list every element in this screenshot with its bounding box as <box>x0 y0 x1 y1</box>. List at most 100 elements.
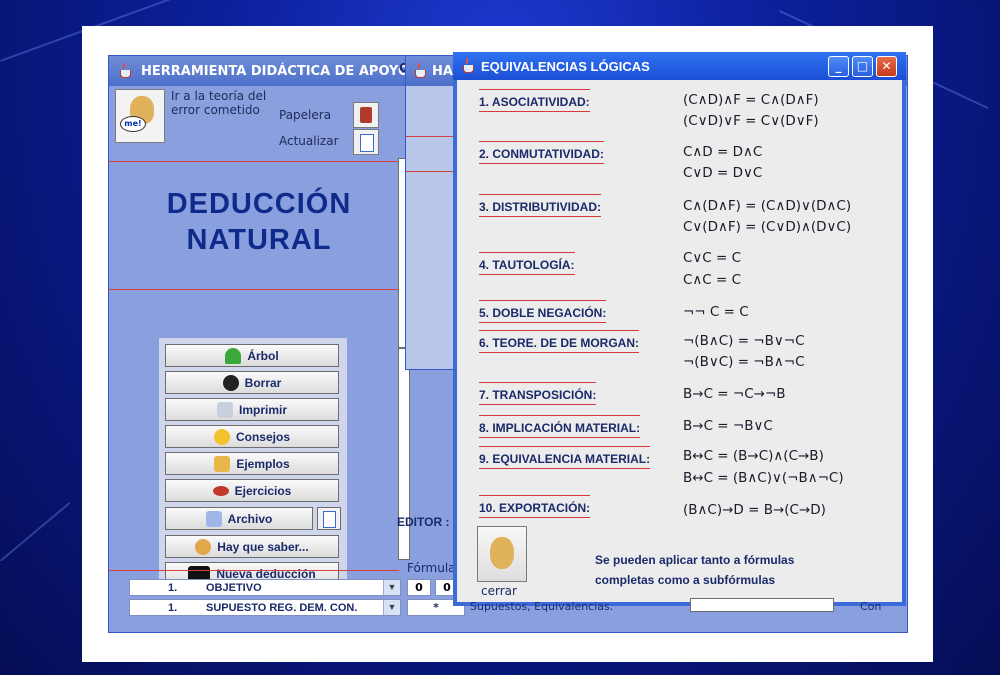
imprimir-button[interactable]: Imprimir <box>165 398 339 421</box>
equivalence-formula: C∨D = D∨C <box>683 165 763 181</box>
obscured-footer-text: Supuestos, Equivalencias. <box>470 600 614 613</box>
ejercicios-button[interactable]: Ejercicios <box>165 479 339 502</box>
close-button[interactable]: ✕ <box>876 56 897 77</box>
equivalence-formula: (C∧D)∧F = C∧(D∧F) <box>683 92 819 108</box>
close-dialog-label[interactable]: cerrar <box>481 584 517 598</box>
note-line1: Se pueden aplicar tanto a fórmulas <box>595 553 795 567</box>
go-to-theory-link[interactable]: Ir a la teoría del <box>171 89 266 103</box>
java-icon <box>117 63 133 79</box>
close-dialog-button[interactable] <box>477 526 527 582</box>
minimize-button[interactable]: _ <box>828 56 849 77</box>
formula-label: Fórmula <box>407 561 456 575</box>
trash-button[interactable] <box>353 102 379 128</box>
theory-mascot-button[interactable]: me! <box>115 89 165 143</box>
dialog-title-bar[interactable]: EQUIVALENCIAS LÓGICAS _ □ ✕ <box>453 52 906 80</box>
divider <box>109 289 399 290</box>
archivo-edit-button[interactable] <box>317 507 341 530</box>
asterisk-text: * <box>433 601 439 614</box>
main-menu: Árbol Borrar Imprimir Consejos Ejemplos … <box>159 338 347 593</box>
equivalence-formula: B→C = ¬C→¬B <box>683 386 786 402</box>
minimize-icon: _ <box>835 59 842 73</box>
folder-icon <box>214 455 231 472</box>
equivalence-name: 6. TEORE. DE DE MORGAN: <box>479 330 640 353</box>
java-icon <box>412 63 428 79</box>
equivalences-dialog: EQUIVALENCIAS LÓGICAS _ □ ✕ 1. ASOCIATIV… <box>453 52 906 606</box>
equivalence-formula: C∨(D∧F) = (C∨D)∧(D∨C) <box>683 219 852 235</box>
editor-label: EDITOR : <box>397 515 450 529</box>
equivalence-formula: (C∨D)∨F = C∨(D∨F) <box>683 113 819 129</box>
equivalence-formula: ¬(B∨C) = ¬B∧¬C <box>683 354 805 370</box>
tree-icon <box>225 347 242 364</box>
ejemplos-button[interactable]: Ejemplos <box>165 452 339 475</box>
equivalence-formula: C∧C = C <box>683 272 742 288</box>
archivo-label: Archivo <box>227 511 273 526</box>
chevron-down-icon[interactable]: ▼ <box>383 600 400 615</box>
dialog-body: 1. ASOCIATIVIDAD: (C∧D)∧F = C∧(D∧F) (C∨D… <box>457 80 902 602</box>
imprimir-label: Imprimir <box>238 402 287 417</box>
equivalence-formula: B↔C = (B∧C)∨(¬B∧¬C) <box>683 470 844 486</box>
equivalence-formula: ¬¬ C = C <box>683 304 749 320</box>
supuesto-number: 1. <box>168 602 178 614</box>
equivalence-formula: C∧(D∧F) = (C∧D)∨(D∧C) <box>683 198 852 214</box>
maximize-button[interactable]: □ <box>852 56 873 77</box>
equivalence-name: 2. CONMUTATIVIDAD: <box>479 141 604 164</box>
trash-icon <box>360 107 372 123</box>
dialog-title: EQUIVALENCIAS LÓGICAS <box>481 59 650 74</box>
objetivo-number: 1. <box>168 582 178 594</box>
papelera-label: Papelera <box>279 108 332 122</box>
bicycle-icon <box>212 485 229 496</box>
chevron-down-icon[interactable]: ▼ <box>383 580 400 595</box>
borrar-label: Borrar <box>244 375 282 390</box>
hay-que-saber-button[interactable]: Hay que saber... <box>165 535 339 558</box>
face-icon <box>195 538 212 555</box>
mascot-icon <box>490 537 514 569</box>
main-window-title: HERRAMIENTA DIDÁCTICA DE APOYO PAR <box>141 64 442 79</box>
equivalence-name: 10. EXPORTACIÓN: <box>479 495 591 518</box>
note-line2: completas como a subfórmulas <box>595 573 776 587</box>
equivalence-formula: C∧D = D∧C <box>683 144 763 160</box>
edit-document-icon <box>323 511 336 528</box>
equivalence-name: 7. TRANSPOSICIÓN: <box>479 382 597 405</box>
objetivo-select[interactable]: 1. OBJETIVO ▼ <box>129 579 401 596</box>
obscured-field[interactable] <box>690 598 834 612</box>
zero-field[interactable]: 0 <box>407 579 431 596</box>
hay-que-saber-label: Hay que saber... <box>217 539 309 554</box>
java-icon <box>460 58 476 74</box>
maximize-icon: □ <box>856 59 869 73</box>
second-window-title: HA <box>432 64 453 79</box>
equivalence-formula: ¬(B∧C) = ¬B∨¬C <box>683 333 805 349</box>
equivalence-name: 1. ASOCIATIVIDAD: <box>479 89 590 112</box>
equivalence-formula: B→C = ¬B∨C <box>683 418 773 434</box>
arbol-button[interactable]: Árbol <box>165 344 339 367</box>
equivalence-name: 8. IMPLICACIÓN MATERIAL: <box>479 415 641 438</box>
objetivo-label: OBJETIVO <box>206 582 262 594</box>
equivalence-formula: C∨C = C <box>683 250 742 266</box>
equivalence-formula: B↔C = (B→C)∧(C→B) <box>683 448 824 464</box>
equivalence-name: 9. EQUIVALENCIA MATERIAL: <box>479 446 651 469</box>
archivo-button[interactable]: Archivo <box>165 507 313 530</box>
edit-document-icon <box>360 134 374 152</box>
consejos-label: Consejos <box>235 429 290 444</box>
ejemplos-label: Ejemplos <box>236 456 290 471</box>
go-to-theory-link-line2[interactable]: error cometido <box>171 103 260 117</box>
actualizar-label: Actualizar <box>279 134 339 148</box>
supuesto-label: SUPUESTO REG. DEM. CON. <box>206 602 358 614</box>
equivalence-name: 3. DISTRIBUTIVIDAD: <box>479 194 602 217</box>
bomb-icon <box>222 374 239 391</box>
consejos-button[interactable]: Consejos <box>165 425 339 448</box>
refresh-button[interactable] <box>353 129 379 155</box>
left-pane: me! Ir a la teoría del error cometido Pa… <box>109 86 399 632</box>
divider <box>109 570 399 571</box>
equivalence-name: 5. DOBLE NEGACIÓN: <box>479 300 607 323</box>
supuesto-select[interactable]: 1. SUPUESTO REG. DEM. CON. ▼ <box>129 599 401 616</box>
borrar-button[interactable]: Borrar <box>165 371 339 394</box>
mascot-bubble: me! <box>120 116 146 132</box>
close-icon: ✕ <box>881 59 892 73</box>
divider <box>109 161 399 162</box>
equivalence-name: 4. TAUTOLOGÍA: <box>479 252 575 275</box>
arbol-label: Árbol <box>247 348 279 363</box>
ejercicios-label: Ejercicios <box>234 483 292 498</box>
printer-icon <box>216 401 233 418</box>
file-icon <box>205 510 222 527</box>
page-title-line2: NATURAL <box>186 224 332 256</box>
